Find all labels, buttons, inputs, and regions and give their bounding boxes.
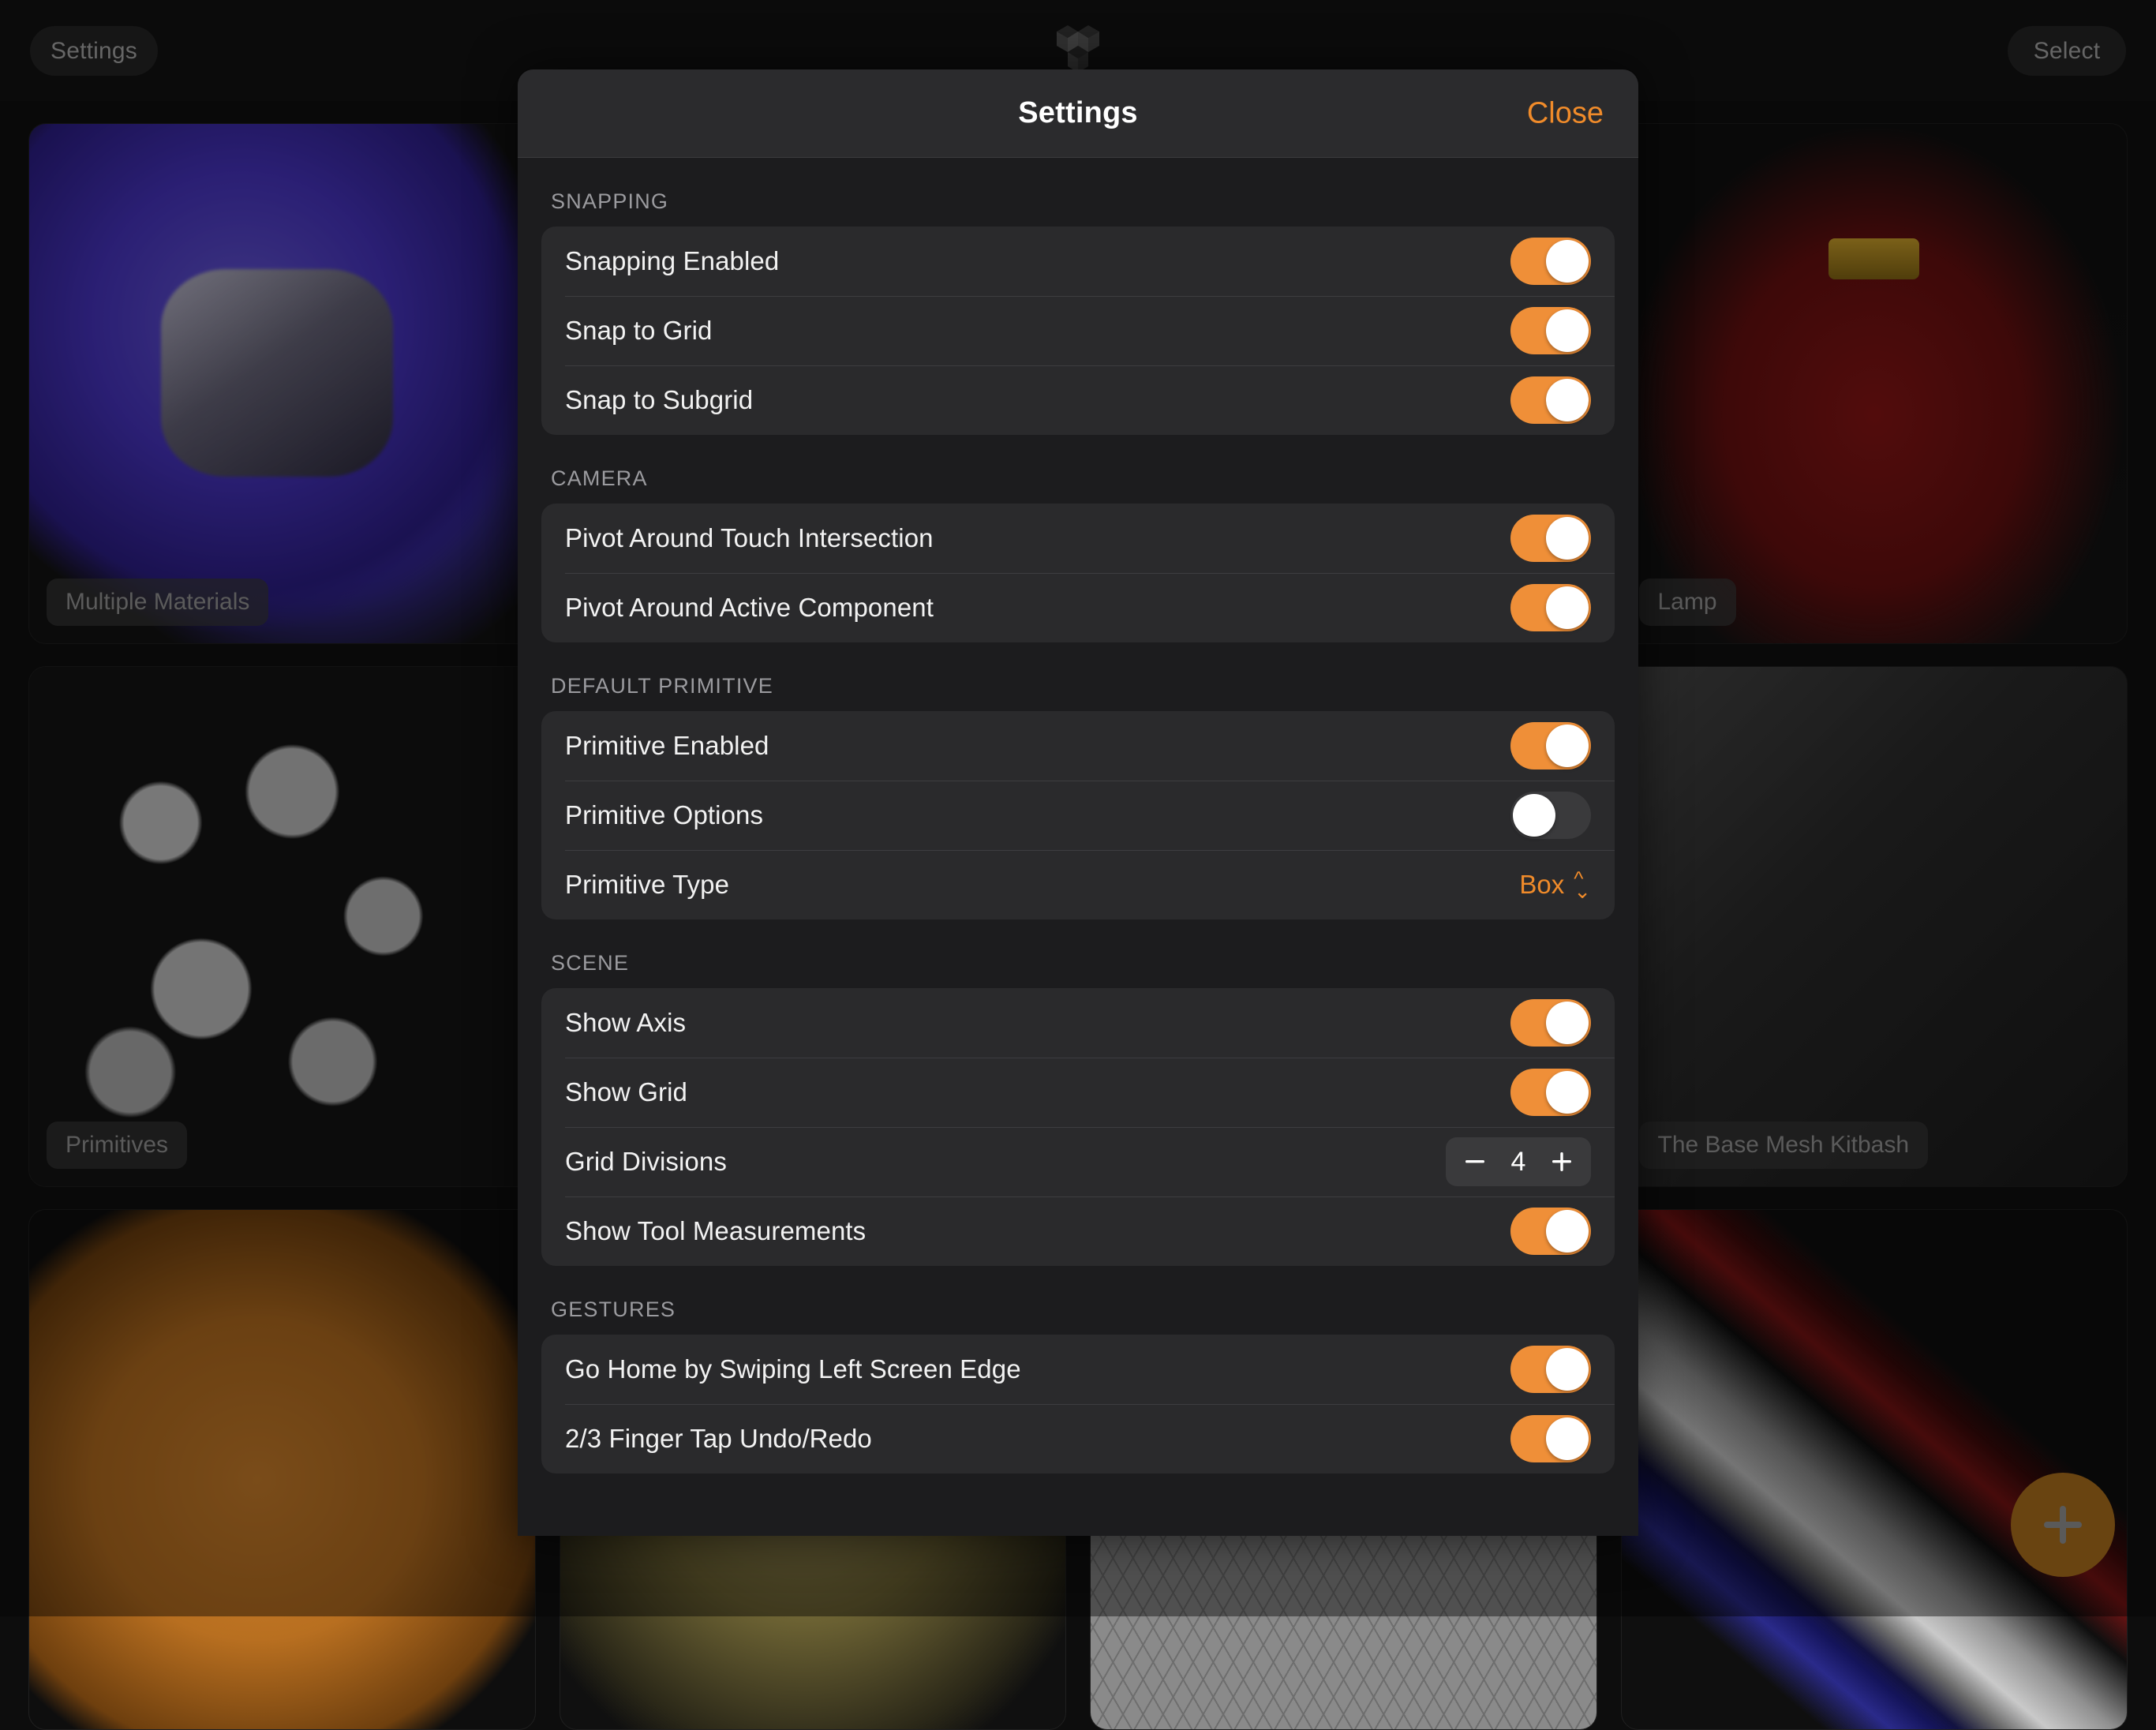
toggle-knob <box>1546 517 1589 560</box>
settings-row-accessory <box>1510 584 1591 631</box>
toggle-knob <box>1546 1002 1589 1044</box>
settings-section: GESTURESGo Home by Swiping Left Screen E… <box>541 1274 1615 1473</box>
settings-row-label: Show Tool Measurements <box>565 1216 866 1246</box>
stepper-decrement-button[interactable] <box>1450 1137 1499 1186</box>
value-picker[interactable]: Box ^⌄ <box>1519 870 1591 900</box>
settings-row[interactable]: Snap to Subgrid <box>541 365 1615 435</box>
settings-row[interactable]: Show Axis <box>541 988 1615 1058</box>
settings-modal: Settings Close SNAPPINGSnapping EnabledS… <box>518 69 1638 1536</box>
settings-row-accessory <box>1510 376 1591 424</box>
settings-row-accessory <box>1510 1346 1591 1393</box>
settings-row[interactable]: Primitive Type Box ^⌄ <box>541 850 1615 919</box>
toggle-knob <box>1546 1210 1589 1253</box>
settings-modal-title: Settings <box>1018 96 1138 130</box>
settings-row-label: Primitive Options <box>565 800 763 830</box>
toggle-switch[interactable] <box>1510 999 1591 1047</box>
toggle-switch[interactable] <box>1510 792 1591 839</box>
close-button[interactable]: Close <box>1527 96 1604 130</box>
toggle-knob <box>1546 725 1589 767</box>
settings-row-accessory <box>1510 722 1591 770</box>
settings-section-title: CAMERA <box>541 443 1615 504</box>
settings-section-card: Go Home by Swiping Left Screen Edge 2/3 F… <box>541 1335 1615 1473</box>
settings-row[interactable]: Show Grid <box>541 1058 1615 1127</box>
settings-row-label: Snap to Grid <box>565 316 712 346</box>
settings-section-title: DEFAULT PRIMITIVE <box>541 650 1615 711</box>
settings-row-label: Snapping Enabled <box>565 246 779 276</box>
settings-section: CAMERAPivot Around Touch IntersectionPiv… <box>541 443 1615 642</box>
toggle-switch[interactable] <box>1510 238 1591 285</box>
settings-row-label: Primitive Type <box>565 870 729 900</box>
settings-row-accessory <box>1510 307 1591 354</box>
settings-modal-header: Settings Close <box>518 69 1638 158</box>
settings-row[interactable]: Pivot Around Active Component <box>541 573 1615 642</box>
settings-row-label: Pivot Around Touch Intersection <box>565 523 934 553</box>
toggle-knob <box>1546 240 1589 283</box>
settings-row-label: Go Home by Swiping Left Screen Edge <box>565 1354 1021 1384</box>
settings-row[interactable]: Show Tool Measurements <box>541 1196 1615 1266</box>
toggle-knob <box>1546 309 1589 352</box>
settings-row[interactable]: Grid Divisions 4 <box>541 1127 1615 1196</box>
toggle-knob <box>1546 1417 1589 1460</box>
settings-section: DEFAULT PRIMITIVEPrimitive EnabledPrimit… <box>541 650 1615 919</box>
settings-section-title: SCENE <box>541 927 1615 988</box>
value-picker-value: Box <box>1519 870 1564 900</box>
toggle-switch[interactable] <box>1510 1346 1591 1393</box>
settings-row-label: Pivot Around Active Component <box>565 593 934 623</box>
toggle-switch[interactable] <box>1510 376 1591 424</box>
settings-row-accessory <box>1510 999 1591 1047</box>
settings-row[interactable]: Pivot Around Touch Intersection <box>541 504 1615 573</box>
settings-row-accessory <box>1510 1415 1591 1462</box>
toggle-switch[interactable] <box>1510 722 1591 770</box>
toggle-knob <box>1546 586 1589 629</box>
settings-row-label: 2/3 Finger Tap Undo/Redo <box>565 1424 872 1454</box>
stepper-value: 4 <box>1499 1147 1537 1178</box>
settings-row[interactable]: Snap to Grid <box>541 296 1615 365</box>
settings-section-title: SNAPPING <box>541 166 1615 227</box>
stepper[interactable]: 4 <box>1446 1137 1591 1186</box>
settings-section: SNAPPINGSnapping EnabledSnap to GridSnap… <box>541 166 1615 435</box>
settings-section-card: Show Axis Show Grid Grid Divisions 4 Show To… <box>541 988 1615 1266</box>
toggle-knob <box>1546 1071 1589 1114</box>
settings-row-accessory <box>1510 238 1591 285</box>
toggle-knob <box>1513 794 1555 837</box>
settings-list[interactable]: SNAPPINGSnapping EnabledSnap to GridSnap… <box>518 158 1638 1536</box>
minus-icon <box>1463 1150 1487 1174</box>
settings-section-card: Snapping Enabled Snap to Grid Snap to Subg… <box>541 227 1615 435</box>
settings-row-accessory <box>1510 1208 1591 1255</box>
settings-row[interactable]: Snapping Enabled <box>541 227 1615 296</box>
settings-row-accessory <box>1510 792 1591 839</box>
settings-row-accessory: 4 <box>1446 1137 1591 1186</box>
toggle-knob <box>1546 379 1589 421</box>
settings-section: SCENEShow AxisShow GridGrid Divisions4Sh… <box>541 927 1615 1266</box>
toggle-switch[interactable] <box>1510 1208 1591 1255</box>
settings-row-accessory <box>1510 515 1591 562</box>
settings-section-card: Primitive Enabled Primitive Options Primit… <box>541 711 1615 919</box>
settings-row-accessory <box>1510 1069 1591 1116</box>
stepper-increment-button[interactable] <box>1537 1137 1586 1186</box>
settings-row[interactable]: Go Home by Swiping Left Screen Edge <box>541 1335 1615 1404</box>
toggle-switch[interactable] <box>1510 1415 1591 1462</box>
settings-row[interactable]: Primitive Options <box>541 781 1615 850</box>
settings-section-card: Pivot Around Touch Intersection Pivot Aro… <box>541 504 1615 642</box>
toggle-switch[interactable] <box>1510 307 1591 354</box>
toggle-switch[interactable] <box>1510 584 1591 631</box>
settings-row-label: Snap to Subgrid <box>565 385 753 415</box>
settings-row[interactable]: Primitive Enabled <box>541 711 1615 781</box>
settings-section-title: GESTURES <box>541 1274 1615 1335</box>
settings-row-accessory: Box ^⌄ <box>1519 870 1591 900</box>
toggle-knob <box>1546 1348 1589 1391</box>
toggle-switch[interactable] <box>1510 1069 1591 1116</box>
settings-row-label: Grid Divisions <box>565 1147 727 1177</box>
settings-row[interactable]: 2/3 Finger Tap Undo/Redo <box>541 1404 1615 1473</box>
settings-row-label: Show Grid <box>565 1077 687 1107</box>
chevron-up-down-icon: ^⌄ <box>1574 872 1591 897</box>
settings-row-label: Show Axis <box>565 1008 686 1038</box>
toggle-switch[interactable] <box>1510 515 1591 562</box>
plus-icon <box>1550 1150 1574 1174</box>
settings-row-label: Primitive Enabled <box>565 731 769 761</box>
